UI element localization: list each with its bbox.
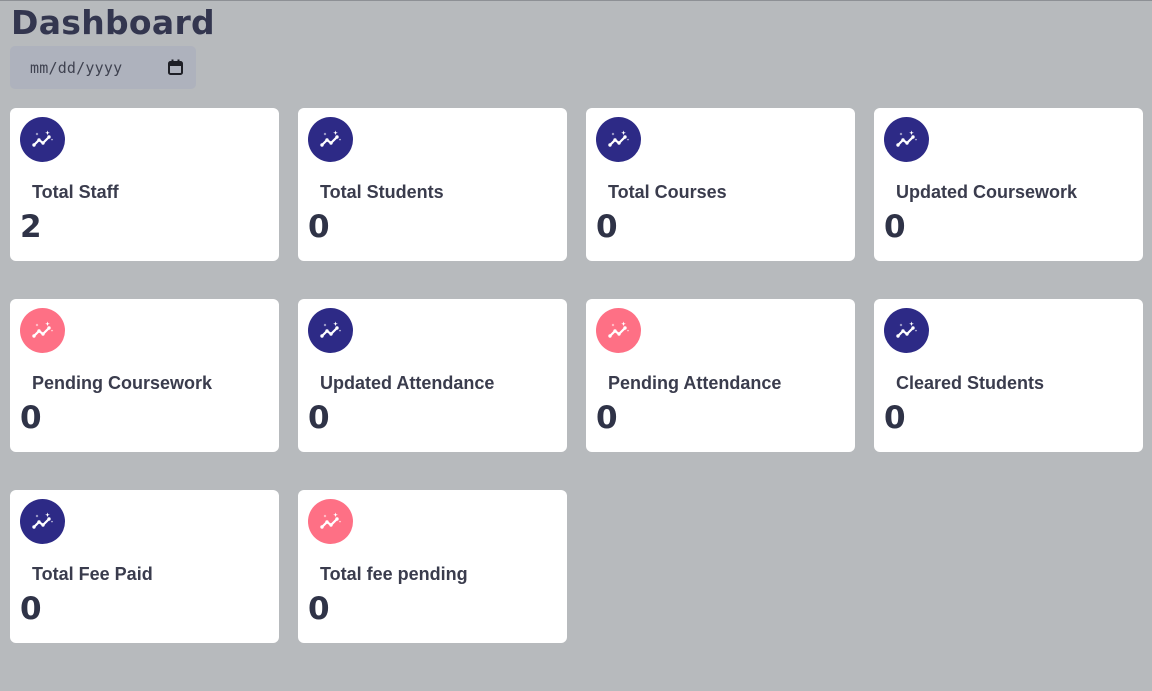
card-value: 0	[596, 209, 618, 245]
card-value: 0	[308, 209, 330, 245]
card-value: 0	[884, 400, 906, 436]
trend-icon	[20, 117, 65, 162]
card-label: Updated Coursework	[896, 182, 1078, 202]
card-label: Total Courses	[608, 182, 727, 202]
stat-card-total-fee-paid: Total Fee Paid 0	[10, 490, 279, 643]
date-input-value: mm/dd/yyyy	[30, 58, 123, 77]
card-value: 0	[20, 400, 42, 436]
stat-card-total-students: Total Students 0	[298, 108, 567, 261]
card-label: Total fee pending	[320, 564, 468, 584]
card-value: 0	[884, 209, 906, 245]
trend-icon	[884, 308, 929, 353]
trend-icon	[596, 117, 641, 162]
page-title: Dashboard	[11, 3, 215, 42]
card-label: Total Students	[320, 182, 444, 202]
stat-card-pending-attendance: Pending Attendance 0	[586, 299, 855, 452]
card-label: Total Staff	[32, 182, 119, 202]
trend-icon	[308, 308, 353, 353]
trend-icon	[20, 499, 65, 544]
card-value: 0	[308, 400, 330, 436]
card-label: Pending Coursework	[32, 373, 213, 393]
trend-icon	[884, 117, 929, 162]
date-input[interactable]: mm/dd/yyyy	[10, 46, 196, 89]
stat-card-updated-coursework: Updated Coursework 0	[874, 108, 1143, 261]
trend-icon	[20, 308, 65, 353]
stat-card-cleared-students: Cleared Students 0	[874, 299, 1143, 452]
trend-icon	[596, 308, 641, 353]
stat-card-total-staff: Total Staff 2	[10, 108, 279, 261]
card-value: 0	[20, 591, 42, 627]
card-label: Total Fee Paid	[32, 564, 153, 584]
trend-icon	[308, 117, 353, 162]
card-label: Cleared Students	[896, 373, 1045, 393]
calendar-icon[interactable]	[167, 59, 184, 76]
card-value: 0	[308, 591, 330, 627]
stat-card-total-courses: Total Courses 0	[586, 108, 855, 261]
stat-card-updated-attendance: Updated Attendance 0	[298, 299, 567, 452]
trend-icon	[308, 499, 353, 544]
stat-card-total-fee-pending: Total fee pending 0	[298, 490, 567, 643]
card-value: 2	[20, 209, 42, 245]
stat-card-pending-coursework: Pending Coursework 0	[10, 299, 279, 452]
card-value: 0	[596, 400, 618, 436]
card-label: Updated Attendance	[320, 373, 495, 393]
card-label: Pending Attendance	[608, 373, 782, 393]
